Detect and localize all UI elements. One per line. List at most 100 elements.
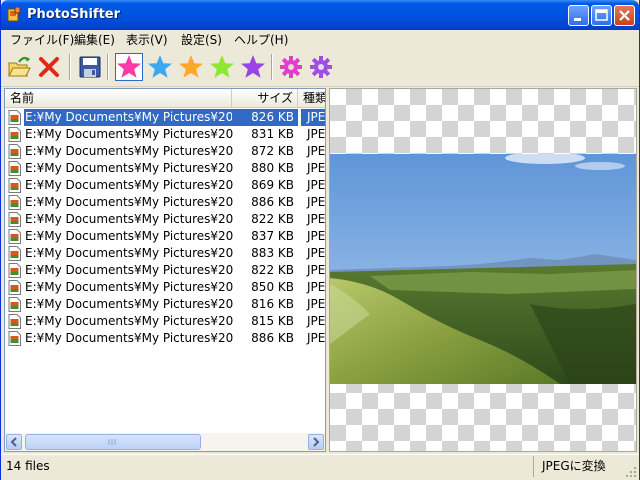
open-button[interactable] bbox=[5, 53, 33, 81]
file-type: JPEG bbox=[307, 161, 325, 175]
table-row[interactable]: E:¥My Documents¥My Pictures¥200408... 880… bbox=[5, 160, 325, 177]
column-header-name[interactable]: 名前 bbox=[5, 89, 232, 107]
table-row[interactable]: E:¥My Documents¥My Pictures¥200408... 815… bbox=[5, 313, 325, 330]
delete-button[interactable] bbox=[35, 53, 63, 81]
minimize-icon bbox=[574, 18, 581, 21]
gear-pink-icon bbox=[280, 56, 302, 78]
file-name: E:¥My Documents¥My Pictures¥200408... bbox=[25, 212, 233, 226]
file-type: JPEG bbox=[307, 280, 325, 294]
star-pink-icon bbox=[117, 55, 141, 78]
jpeg-file-icon bbox=[8, 314, 21, 329]
save-icon bbox=[79, 56, 101, 78]
horizontal-scrollbar[interactable] bbox=[5, 433, 325, 451]
jpeg-file-icon bbox=[8, 212, 21, 227]
title-bar[interactable]: PhotoShifter bbox=[1, 0, 639, 30]
jpeg-file-icon bbox=[8, 178, 21, 193]
file-name: E:¥My Documents¥My Pictures¥200408... bbox=[25, 127, 233, 141]
app-icon bbox=[7, 7, 21, 22]
arrow-left-icon bbox=[10, 437, 17, 447]
table-row[interactable]: E:¥My Documents¥My Pictures¥200408... 869… bbox=[5, 177, 325, 194]
table-row[interactable]: E:¥My Documents¥My Pictures¥200408... 822… bbox=[5, 262, 325, 279]
jpeg-file-icon bbox=[8, 195, 21, 210]
gear-purple-button[interactable] bbox=[307, 53, 335, 81]
star-blue-icon bbox=[148, 55, 172, 78]
jpeg-file-icon bbox=[8, 263, 21, 278]
conversion-mode: JPEGに変換 bbox=[533, 456, 631, 477]
file-type: JPEG bbox=[307, 263, 325, 277]
scroll-left-button[interactable] bbox=[6, 434, 22, 450]
file-type: JPEG bbox=[307, 229, 325, 243]
menu-edit[interactable]: 編集(E) bbox=[74, 32, 115, 48]
file-size: 815 KB bbox=[251, 314, 294, 328]
file-type: JPEG bbox=[307, 195, 325, 209]
gear-purple-icon bbox=[310, 56, 332, 78]
minimize-button[interactable] bbox=[568, 5, 589, 26]
file-name: E:¥My Documents¥My Pictures¥200408... bbox=[25, 178, 233, 192]
menu-view[interactable]: 表示(V) bbox=[126, 32, 168, 48]
image-preview bbox=[329, 88, 637, 452]
table-row[interactable]: E:¥My Documents¥My Pictures¥200408... 850… bbox=[5, 279, 325, 296]
table-row[interactable]: E:¥My Documents¥My Pictures¥200408... 831… bbox=[5, 126, 325, 143]
star-pink-button[interactable] bbox=[115, 53, 143, 81]
jpeg-file-icon bbox=[8, 144, 21, 159]
file-size: 837 KB bbox=[251, 229, 294, 243]
star-green-icon bbox=[210, 55, 234, 78]
gear-pink-button[interactable] bbox=[277, 53, 305, 81]
file-name: E:¥My Documents¥My Pictures¥200408... bbox=[25, 195, 233, 209]
resize-grip-icon[interactable] bbox=[625, 466, 637, 478]
file-name: E:¥My Documents¥My Pictures¥200408... bbox=[25, 331, 233, 345]
table-row[interactable]: E:¥My Documents¥My Pictures¥200408... 837… bbox=[5, 228, 325, 245]
star-orange-button[interactable] bbox=[177, 53, 205, 81]
status-bar: 14 files JPEGに変換 bbox=[1, 454, 639, 480]
star-blue-button[interactable] bbox=[146, 53, 174, 81]
delete-icon bbox=[39, 57, 59, 77]
column-header-type[interactable]: 種類 bbox=[298, 89, 325, 107]
file-list[interactable]: 名前 サイズ 種類 E:¥My Documents¥My Pictures¥20… bbox=[4, 88, 326, 452]
table-row[interactable]: E:¥My Documents¥My Pictures¥200408... 872… bbox=[5, 143, 325, 160]
grip-lines-icon bbox=[108, 439, 116, 445]
file-name: E:¥My Documents¥My Pictures¥200408... bbox=[25, 297, 233, 311]
file-size: 872 KB bbox=[251, 144, 294, 158]
scroll-thumb[interactable] bbox=[25, 434, 201, 450]
save-button[interactable] bbox=[76, 53, 104, 81]
jpeg-file-icon bbox=[8, 280, 21, 295]
table-row[interactable]: E:¥My Documents¥My Pictures¥200408... 822… bbox=[5, 211, 325, 228]
table-row[interactable]: E:¥My Documents¥My Pictures¥200408... 886… bbox=[5, 330, 325, 347]
jpeg-file-icon bbox=[8, 297, 21, 312]
jpeg-file-icon bbox=[8, 110, 21, 125]
star-purple-button[interactable] bbox=[239, 53, 267, 81]
file-name: E:¥My Documents¥My Pictures¥200408... bbox=[25, 144, 233, 158]
file-name: E:¥My Documents¥My Pictures¥200408... bbox=[25, 263, 233, 277]
table-row[interactable]: E:¥My Documents¥My Pictures¥200408...826… bbox=[5, 109, 325, 126]
close-icon bbox=[619, 10, 630, 21]
file-type: JPEG bbox=[307, 178, 325, 192]
file-type: JPEG bbox=[307, 297, 325, 311]
menu-file[interactable]: ファイル(F) bbox=[10, 32, 74, 48]
preview-photo bbox=[330, 154, 636, 384]
table-row[interactable]: E:¥My Documents¥My Pictures¥200408... 816… bbox=[5, 296, 325, 313]
star-green-button[interactable] bbox=[208, 53, 236, 81]
jpeg-file-icon bbox=[8, 246, 21, 261]
table-row[interactable]: E:¥My Documents¥My Pictures¥200408... 886… bbox=[5, 194, 325, 211]
toolbar-separator bbox=[69, 54, 71, 80]
file-size: 822 KB bbox=[251, 263, 294, 277]
menu-settings[interactable]: 設定(S) bbox=[181, 32, 222, 48]
scroll-right-button[interactable] bbox=[308, 434, 324, 450]
jpeg-file-icon bbox=[8, 229, 21, 244]
menu-help[interactable]: ヘルプ(H) bbox=[234, 32, 288, 48]
menu-bar: ファイル(F) 編集(E) 表示(V) 設定(S) ヘルプ(H) bbox=[1, 30, 639, 50]
column-header-size[interactable]: サイズ bbox=[232, 89, 298, 107]
close-button[interactable] bbox=[614, 5, 635, 26]
file-type: JPEG bbox=[307, 314, 325, 328]
file-size: 816 KB bbox=[251, 297, 294, 311]
jpeg-file-icon bbox=[8, 331, 21, 346]
file-type: JPEG bbox=[301, 109, 325, 126]
maximize-button[interactable] bbox=[591, 5, 612, 26]
table-row[interactable]: E:¥My Documents¥My Pictures¥200408... 883… bbox=[5, 245, 325, 262]
jpeg-file-icon bbox=[8, 161, 21, 176]
file-size: 831 KB bbox=[251, 127, 294, 141]
file-size: 850 KB bbox=[251, 280, 294, 294]
file-name: E:¥My Documents¥My Pictures¥200408... bbox=[25, 314, 233, 328]
file-size: 869 KB bbox=[251, 178, 294, 192]
toolbar-separator bbox=[107, 54, 109, 80]
